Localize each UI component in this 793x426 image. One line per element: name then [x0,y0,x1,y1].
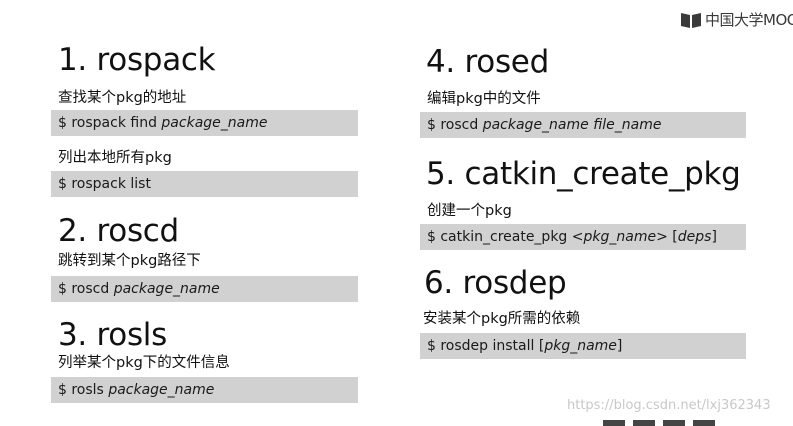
cmd-rosdep: $ rosdep install [pkg_name] [420,333,746,359]
cmd-roscd: $ roscd package_name [51,276,358,302]
desc-catkin-create-pkg: 创建一个pkg [427,203,512,219]
cmd-text: $ roscd [58,281,114,297]
cmd-rospack-list: $ rospack list [51,171,358,197]
cmd-argument: package_name [161,115,268,131]
cmd-text: $ rospack list [58,176,151,192]
heading-rospack: 1. rospack [58,42,216,78]
cmd-argument: deps [677,229,712,245]
cropped-text-fragment [603,420,723,426]
desc-rospack-list: 列出本地所有pkg [58,150,172,166]
csdn-watermark: https://blog.csdn.net/lxj362343 [567,398,771,413]
cmd-argument: pkg_name [544,338,617,354]
heading-rosed: 4. rosed [426,44,549,80]
cmd-argument: package_name file_name [482,117,662,133]
cmd-argument: package_name [108,382,215,398]
desc-rosed: 编辑pkg中的文件 [427,91,541,107]
cmd-rosls: $ rosls package_name [51,377,358,403]
cmd-rospack-find: $ rospack find package_name [51,110,358,136]
heading-catkin-create-pkg: 5. catkin_create_pkg [426,156,741,192]
desc-rosdep: 安装某个pkg所需的依赖 [423,311,581,327]
heading-rosls: 3. rosls [58,317,167,353]
book-icon [681,13,701,28]
mooc-logo: 中国大学MOOC [680,10,793,30]
desc-roscd: 跳转到某个pkg路径下 [58,253,201,269]
heading-roscd: 2. roscd [58,213,179,249]
cmd-text: ] [711,229,717,245]
cmd-text: $ rospack find [58,115,162,131]
cmd-catkin-create-pkg: $ catkin_create_pkg <pkg_name> [deps] [420,224,746,250]
cmd-text: $ roscd [427,117,483,133]
cmd-rosed: $ roscd package_name file_name [420,112,746,138]
heading-rosdep: 6. rosdep [424,265,567,301]
cmd-argument: pkg_name [583,229,657,245]
cmd-argument: package_name [113,281,220,297]
cmd-text: $ rosdep install [ [427,338,545,354]
cmd-text: ] [616,338,623,354]
slide: 中国大学MOOC 1. rospack 查找某个pkg的地址 $ rospack… [0,0,793,426]
cmd-text: > [ [656,229,678,245]
cmd-text: $ catkin_create_pkg < [427,229,584,245]
desc-rospack-find: 查找某个pkg的地址 [58,90,187,106]
logo-text: 中国大学MOOC [705,11,793,29]
cmd-text: $ rosls [58,382,109,398]
desc-rosls: 列举某个pkg下的文件信息 [58,355,230,371]
